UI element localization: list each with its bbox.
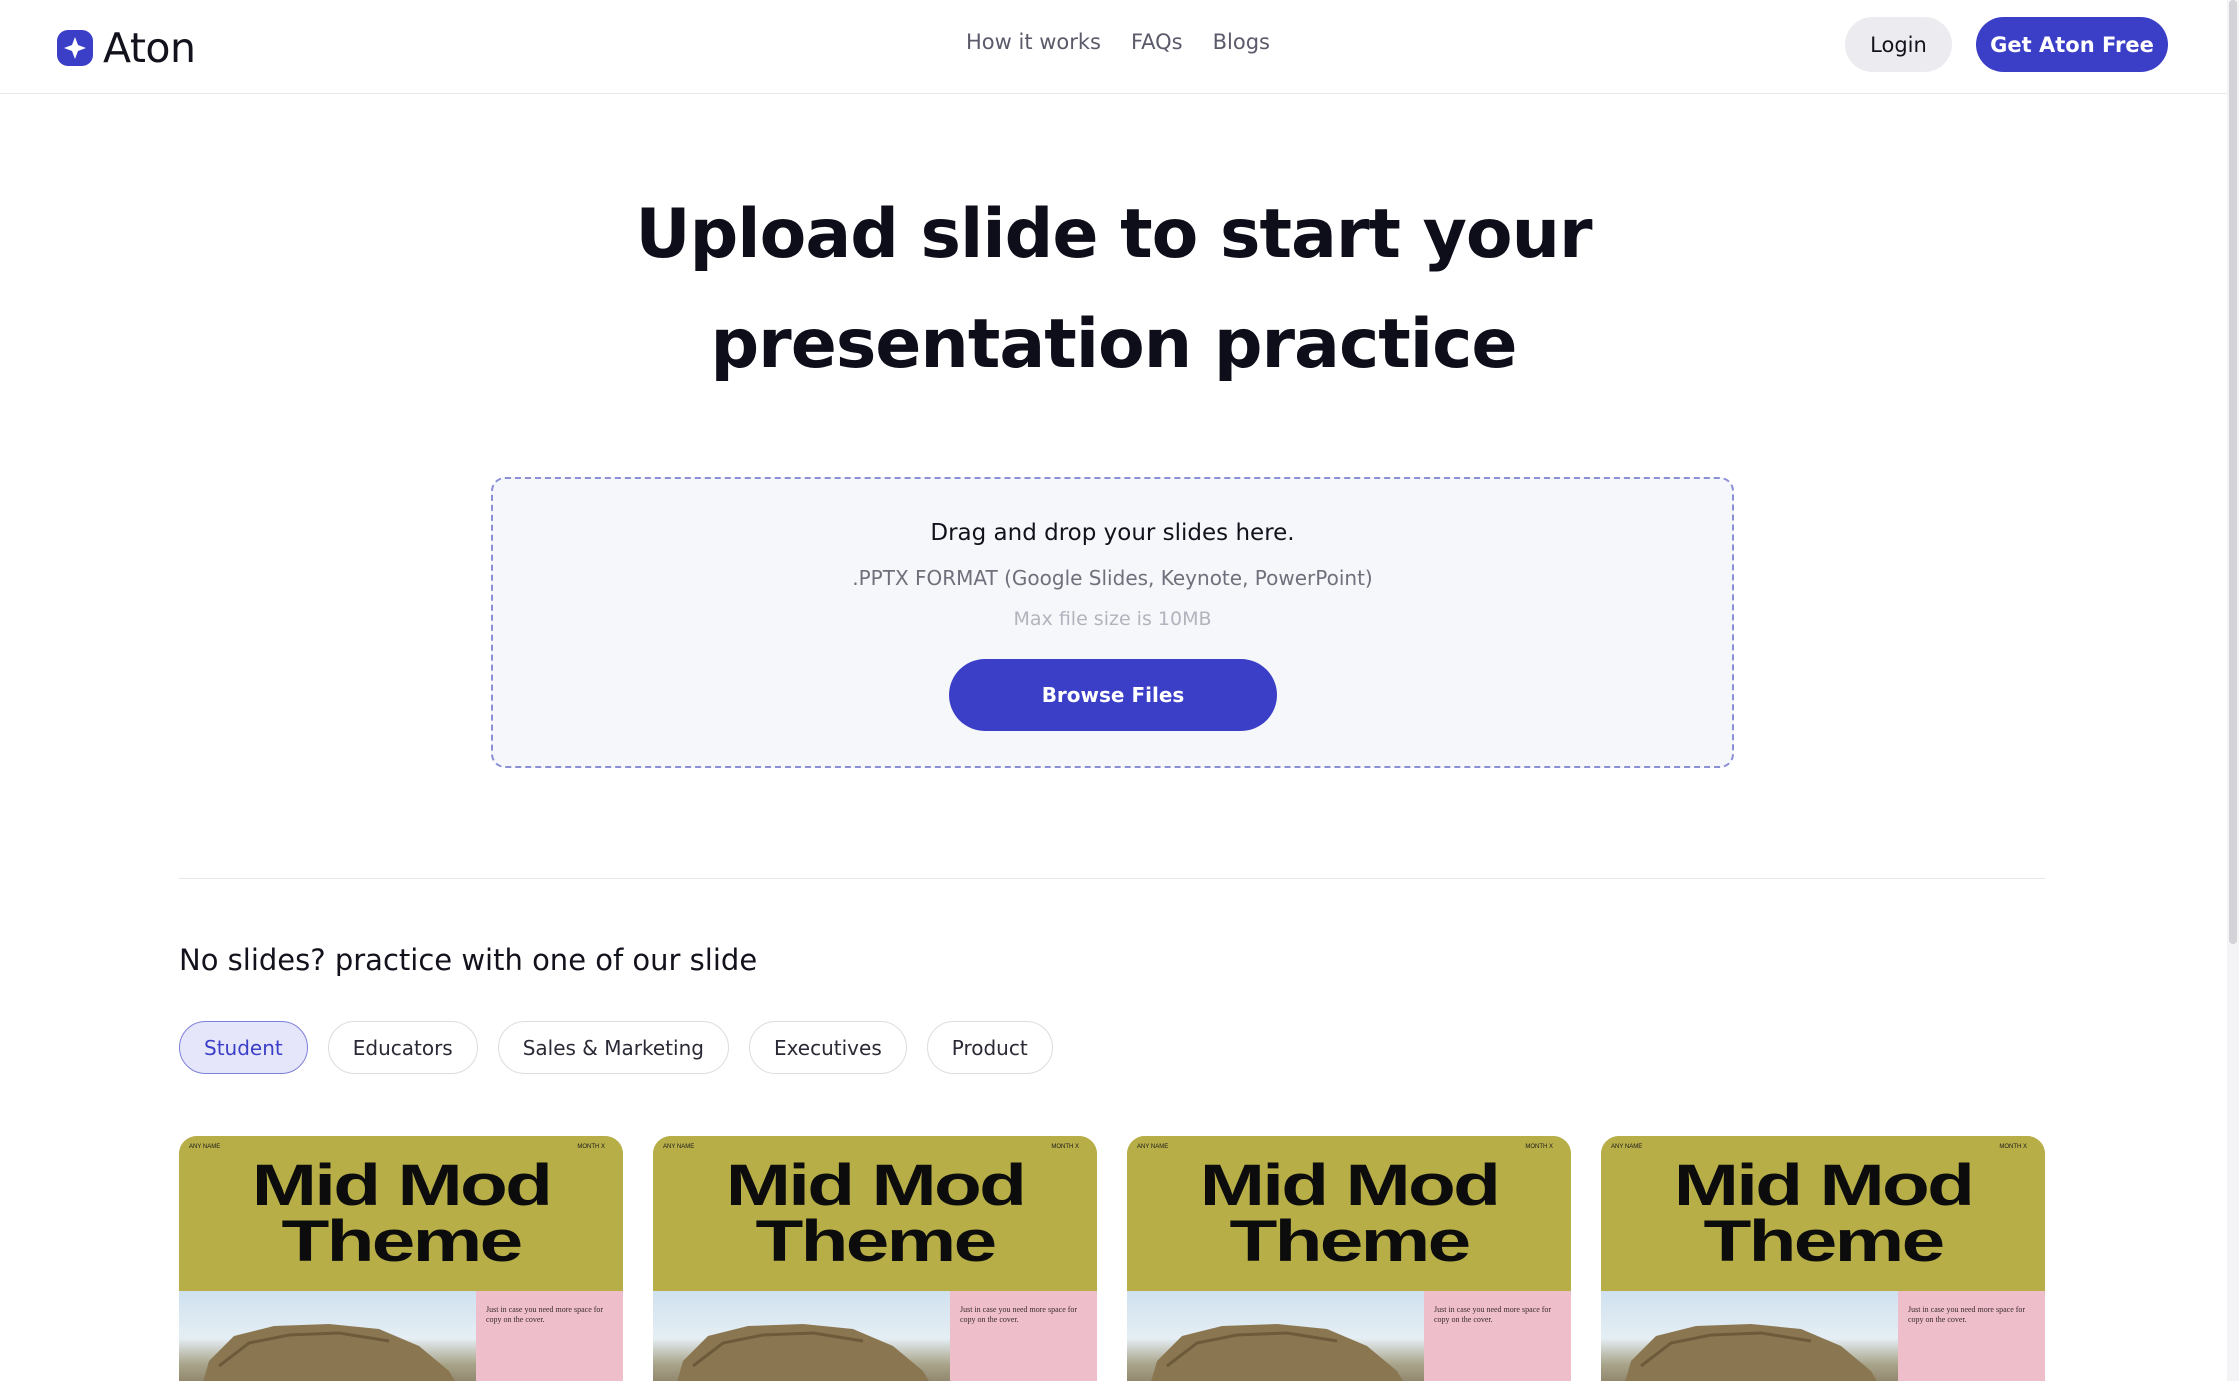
- card-small-label: ANY NAME: [1137, 1144, 1169, 1150]
- card-side-panel: Just in case you need more space for cop…: [1898, 1291, 2045, 1381]
- main-nav: How it works FAQs Blogs: [966, 30, 1270, 54]
- tab-executives[interactable]: Executives: [748, 1021, 907, 1074]
- card-side-panel: Just in case you need more space for cop…: [950, 1291, 1097, 1381]
- card-small-label: ANY NAME: [663, 1144, 695, 1150]
- tab-product[interactable]: Product: [926, 1021, 1053, 1074]
- card-rock-photo: [1601, 1291, 1898, 1381]
- section-divider: [179, 878, 2045, 879]
- card-rock-photo: [1127, 1291, 1424, 1381]
- card-title-line-2: Theme: [1703, 1209, 1946, 1274]
- tab-student[interactable]: Student: [179, 1021, 308, 1074]
- slide-card[interactable]: ANY NAME MONTH X Mid Mod Theme Just in c…: [653, 1136, 1097, 1381]
- card-title-line-2: Theme: [1229, 1209, 1472, 1274]
- get-aton-free-button[interactable]: Get Aton Free: [1976, 17, 2168, 72]
- card-rock-photo: [653, 1291, 950, 1381]
- hero-title-line-1: Upload slide to start your: [635, 195, 1592, 274]
- card-rock-photo: [179, 1291, 476, 1381]
- card-side-text: Just in case you need more space for cop…: [1434, 1305, 1552, 1324]
- hero-title-line-2: presentation practice: [710, 305, 1518, 384]
- brand-name: Aton: [103, 24, 196, 72]
- aton-logo-icon: [57, 30, 93, 66]
- card-small-label: ANY NAME: [189, 1144, 221, 1150]
- slide-card[interactable]: ANY NAME MONTH X Mid Mod Theme Just in c…: [1127, 1136, 1571, 1381]
- sample-slides-title: No slides? practice with one of our slid…: [179, 943, 758, 977]
- nav-link-how-it-works[interactable]: How it works: [966, 30, 1101, 54]
- card-side-text: Just in case you need more space for cop…: [1908, 1305, 2026, 1324]
- card-title-line-1: Mid Mod: [1673, 1153, 1975, 1218]
- dropzone-max-size: Max file size is 10MB: [1013, 608, 1212, 630]
- nav-link-faqs[interactable]: FAQs: [1131, 30, 1183, 54]
- upload-dropzone[interactable]: Drag and drop your slides here. .PPTX FO…: [491, 477, 1734, 768]
- card-side-panel: Just in case you need more space for cop…: [476, 1291, 623, 1381]
- card-small-date: MONTH X: [1051, 1144, 1079, 1150]
- card-small-label: ANY NAME: [1611, 1144, 1643, 1150]
- brand-logo[interactable]: Aton: [55, 24, 196, 72]
- nav-link-blogs[interactable]: Blogs: [1213, 30, 1270, 54]
- tab-sales-marketing[interactable]: Sales & Marketing: [497, 1021, 729, 1074]
- login-button[interactable]: Login: [1845, 17, 1952, 72]
- browse-files-button[interactable]: Browse Files: [949, 659, 1277, 731]
- card-title-line-1: Mid Mod: [251, 1153, 553, 1218]
- card-side-text: Just in case you need more space for cop…: [960, 1305, 1078, 1324]
- scrollbar-thumb[interactable]: [2229, 0, 2237, 944]
- tab-educators[interactable]: Educators: [327, 1021, 478, 1074]
- dropzone-format-hint: .PPTX FORMAT (Google Slides, Keynote, Po…: [852, 566, 1373, 590]
- card-side-panel: Just in case you need more space for cop…: [1424, 1291, 1571, 1381]
- card-title-line-2: Theme: [281, 1209, 524, 1274]
- page: Aton How it works FAQs Blogs Login Get A…: [0, 0, 2239, 1381]
- slide-card[interactable]: ANY NAME MONTH X Mid Mod Theme Just in c…: [1601, 1136, 2045, 1381]
- dropzone-title: Drag and drop your slides here.: [930, 520, 1295, 546]
- category-tabs: Student Educators Sales & Marketing Exec…: [179, 1021, 1053, 1074]
- card-title-line-1: Mid Mod: [725, 1153, 1027, 1218]
- card-small-date: MONTH X: [1999, 1144, 2027, 1150]
- top-header: Aton How it works FAQs Blogs Login Get A…: [0, 0, 2227, 94]
- card-small-date: MONTH X: [1525, 1144, 1553, 1150]
- slide-card[interactable]: ANY NAME MONTH X Mid Mod Theme Just in c…: [179, 1136, 623, 1381]
- card-title-line-2: Theme: [755, 1209, 998, 1274]
- card-small-date: MONTH X: [577, 1144, 605, 1150]
- card-side-text: Just in case you need more space for cop…: [486, 1305, 604, 1324]
- card-title-line-1: Mid Mod: [1199, 1153, 1501, 1218]
- hero-title: Upload slide to start your presentation …: [0, 180, 2227, 400]
